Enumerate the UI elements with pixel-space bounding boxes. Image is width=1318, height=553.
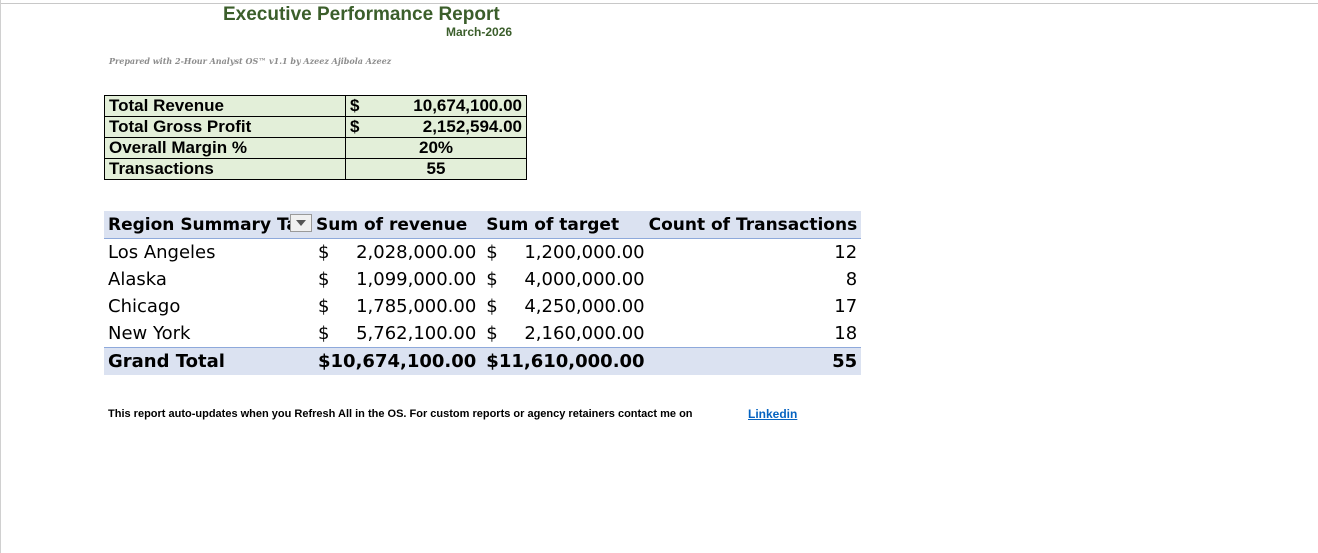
grand-total-revenue-cell[interactable]: $10,674,100.00 bbox=[310, 347, 481, 375]
kpi-summary-table: Total Revenue $10,674,100.00 Total Gross… bbox=[104, 95, 527, 180]
grand-total-count[interactable]: 55 bbox=[648, 347, 862, 375]
sheet-left-edge bbox=[0, 0, 1, 553]
revenue-value: 10,674,100.00 bbox=[330, 351, 477, 372]
revenue-cell[interactable]: $2,028,000.00 bbox=[310, 239, 480, 267]
currency-symbol: $ bbox=[318, 323, 330, 344]
header-label: Region Summary Tab bbox=[108, 214, 310, 235]
pivot-row: Los Angeles $2,028,000.00 $1,200,000.00 … bbox=[104, 239, 861, 267]
currency-symbol: $ bbox=[486, 351, 499, 372]
region-cell[interactable]: Los Angeles bbox=[104, 239, 310, 267]
currency-symbol: $ bbox=[486, 242, 498, 263]
pivot-header-revenue[interactable]: Sum of revenue bbox=[310, 211, 481, 239]
revenue-value: 1,785,000.00 bbox=[356, 296, 477, 317]
pivot-row: Chicago $1,785,000.00 $4,250,000.00 17 bbox=[104, 293, 861, 320]
currency-symbol: $ bbox=[318, 296, 330, 317]
revenue-value: 1,099,000.00 bbox=[356, 269, 477, 290]
currency-symbol: $ bbox=[318, 351, 331, 372]
pivot-header-region[interactable]: Region Summary Tab bbox=[104, 211, 312, 239]
target-value: 2,160,000.00 bbox=[524, 323, 645, 344]
target-value: 11,610,000.00 bbox=[498, 351, 645, 372]
pivot-row: New York $5,762,100.00 $2,160,000.00 18 bbox=[104, 320, 861, 348]
kpi-row: Total Revenue $10,674,100.00 bbox=[104, 95, 527, 117]
target-cell[interactable]: $4,250,000.00 bbox=[480, 293, 648, 320]
revenue-value: 2,028,000.00 bbox=[356, 242, 477, 263]
count-cell[interactable]: 17 bbox=[649, 293, 862, 320]
currency-symbol: $ bbox=[318, 269, 330, 290]
chevron-down-icon bbox=[296, 220, 306, 226]
revenue-cell[interactable]: $1,785,000.00 bbox=[310, 293, 480, 320]
region-cell[interactable]: Chicago bbox=[104, 293, 310, 320]
target-cell[interactable]: $1,200,000.00 bbox=[480, 239, 648, 267]
pivot-grand-total-row: Grand Total $10,674,100.00 $11,610,000.0… bbox=[104, 347, 862, 375]
kpi-label[interactable]: Overall Margin % bbox=[104, 137, 346, 159]
target-cell[interactable]: $2,160,000.00 bbox=[480, 320, 648, 348]
pivot-row: Alaska $1,099,000.00 $4,000,000.00 8 bbox=[104, 266, 861, 293]
revenue-value: 5,762,100.00 bbox=[356, 323, 477, 344]
kpi-label[interactable]: Transactions bbox=[104, 158, 346, 180]
kpi-value: 10,674,100.00 bbox=[413, 96, 522, 115]
currency-symbol: $ bbox=[486, 296, 498, 317]
kpi-row: Transactions 55 bbox=[104, 158, 527, 180]
region-cell[interactable]: Alaska bbox=[104, 266, 310, 293]
report-period: March-2026 bbox=[446, 25, 513, 39]
filter-dropdown-button[interactable] bbox=[290, 214, 312, 232]
kpi-label[interactable]: Total Gross Profit bbox=[104, 116, 346, 138]
kpi-label[interactable]: Total Revenue bbox=[104, 95, 346, 117]
target-value: 4,250,000.00 bbox=[524, 296, 645, 317]
pivot-header-target[interactable]: Sum of target bbox=[480, 211, 649, 239]
region-cell[interactable]: New York bbox=[104, 320, 310, 348]
kpi-value-cell[interactable]: $10,674,100.00 bbox=[345, 95, 527, 117]
prepared-by-note: Prepared with 2-Hour Analyst OS™ v1.1 by… bbox=[109, 56, 392, 66]
target-value: 4,000,000.00 bbox=[524, 269, 645, 290]
revenue-cell[interactable]: $1,099,000.00 bbox=[310, 266, 480, 293]
region-pivot-table: Region Summary Tab Sum of revenue Sum of… bbox=[104, 211, 862, 375]
count-cell[interactable]: 18 bbox=[649, 320, 862, 348]
count-cell[interactable]: 12 bbox=[649, 239, 862, 267]
count-cell[interactable]: 8 bbox=[649, 266, 862, 293]
kpi-value[interactable]: 55 bbox=[345, 158, 527, 180]
target-cell[interactable]: $4,000,000.00 bbox=[480, 266, 648, 293]
kpi-value-cell[interactable]: $2,152,594.00 bbox=[345, 116, 527, 138]
currency-symbol: $ bbox=[486, 269, 498, 290]
kpi-row: Total Gross Profit $2,152,594.00 bbox=[104, 116, 527, 138]
report-title: Executive Performance Report bbox=[223, 4, 500, 25]
kpi-row: Overall Margin % 20% bbox=[104, 137, 527, 159]
target-value: 1,200,000.00 bbox=[524, 242, 645, 263]
pivot-header-count[interactable]: Count of Transactions bbox=[648, 211, 862, 239]
sheet-top-edge bbox=[0, 0, 1318, 4]
currency-symbol: $ bbox=[486, 323, 498, 344]
kpi-value: 2,152,594.00 bbox=[422, 117, 522, 136]
auto-update-note: This report auto-updates when you Refres… bbox=[108, 408, 693, 420]
grand-total-target-cell[interactable]: $11,610,000.00 bbox=[480, 347, 649, 375]
grand-total-label[interactable]: Grand Total bbox=[104, 347, 310, 375]
linkedin-link[interactable]: Linkedin bbox=[748, 407, 797, 421]
currency-symbol: $ bbox=[350, 117, 360, 136]
currency-symbol: $ bbox=[350, 96, 360, 115]
currency-symbol: $ bbox=[318, 242, 330, 263]
revenue-cell[interactable]: $5,762,100.00 bbox=[310, 320, 480, 348]
kpi-value[interactable]: 20% bbox=[345, 137, 527, 159]
pivot-header-row: Region Summary Tab Sum of revenue Sum of… bbox=[104, 211, 862, 239]
